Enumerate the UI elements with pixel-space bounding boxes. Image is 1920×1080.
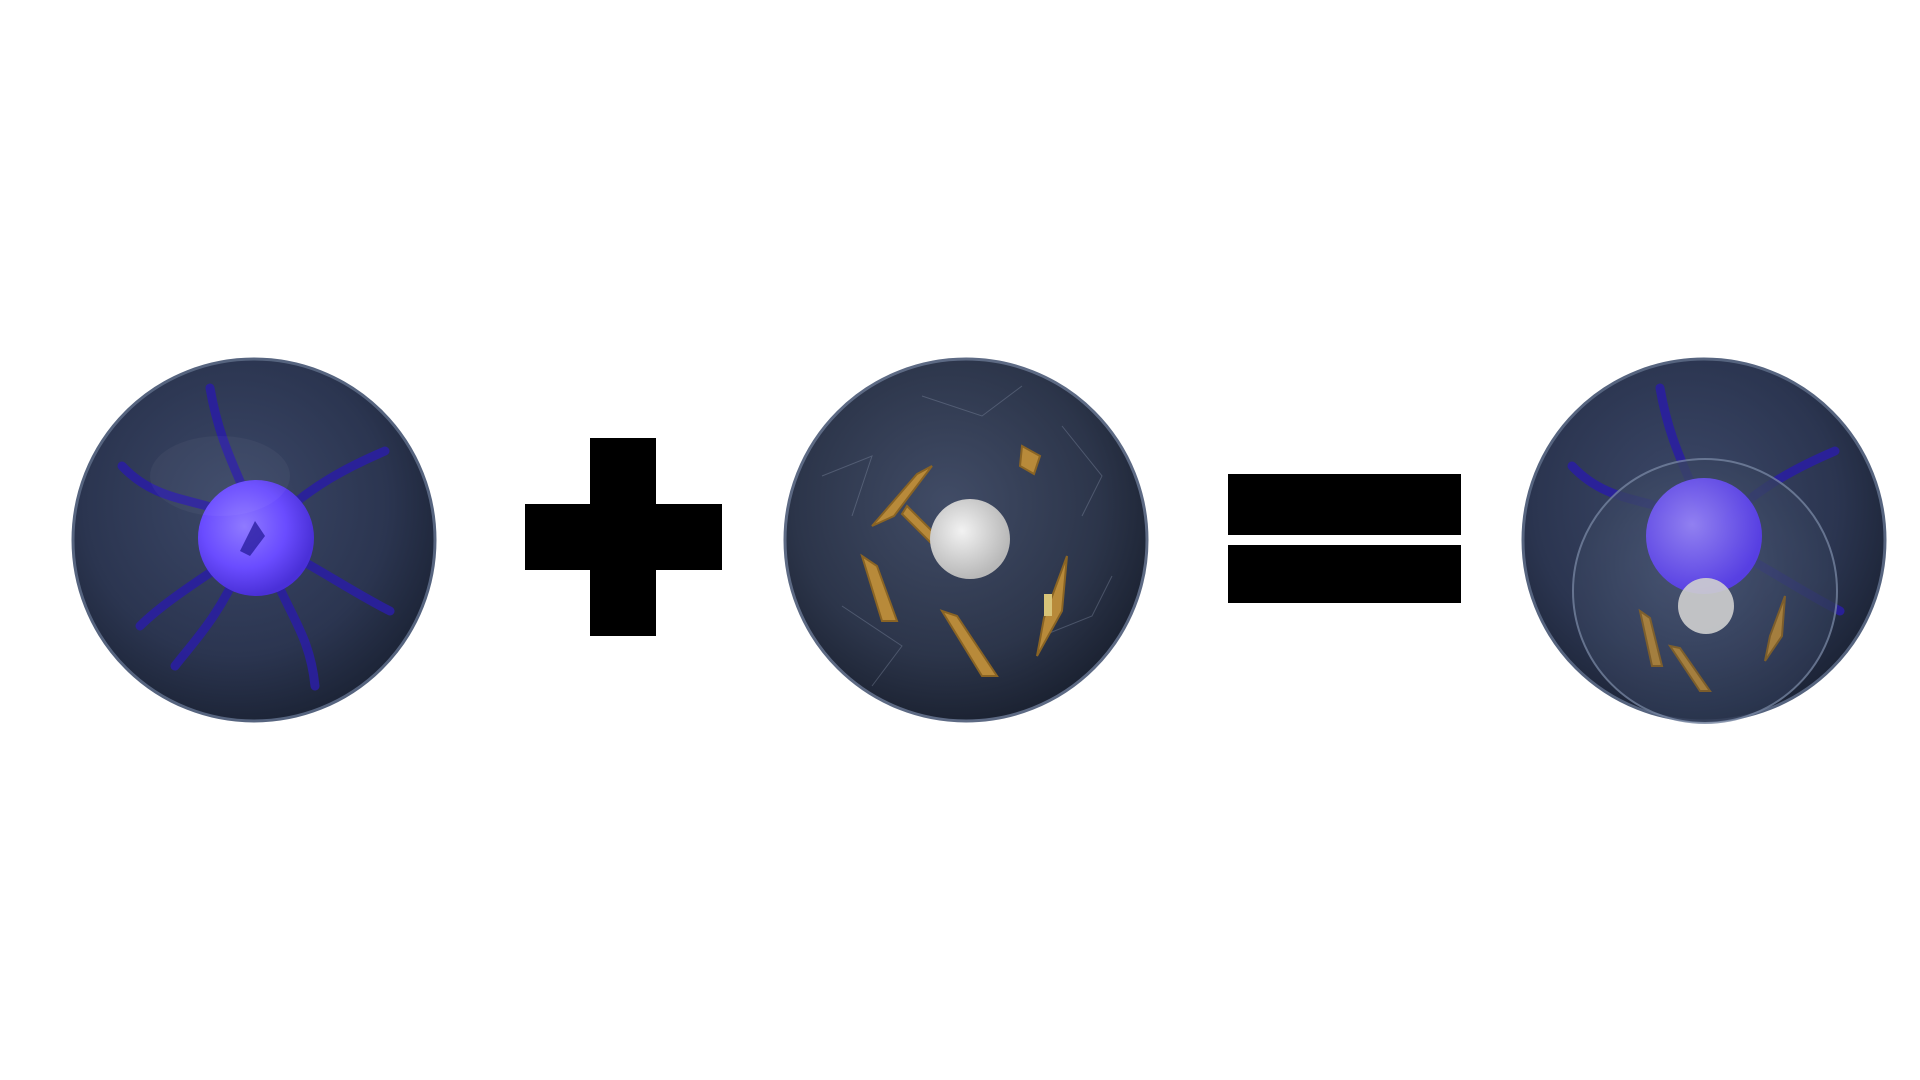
equation-stage xyxy=(0,0,1920,1080)
crystal-highlight xyxy=(1044,594,1052,616)
equals-icon-bar xyxy=(1228,545,1461,603)
core xyxy=(1678,578,1734,634)
plus-icon-bar xyxy=(525,504,722,570)
nucleus xyxy=(1646,478,1762,594)
core xyxy=(930,499,1010,579)
crystal-orb-icon xyxy=(783,357,1149,723)
blue-nucleus-orb-icon xyxy=(71,357,437,723)
equals-icon xyxy=(1228,474,1461,535)
merged-orb-icon xyxy=(1521,357,1887,724)
